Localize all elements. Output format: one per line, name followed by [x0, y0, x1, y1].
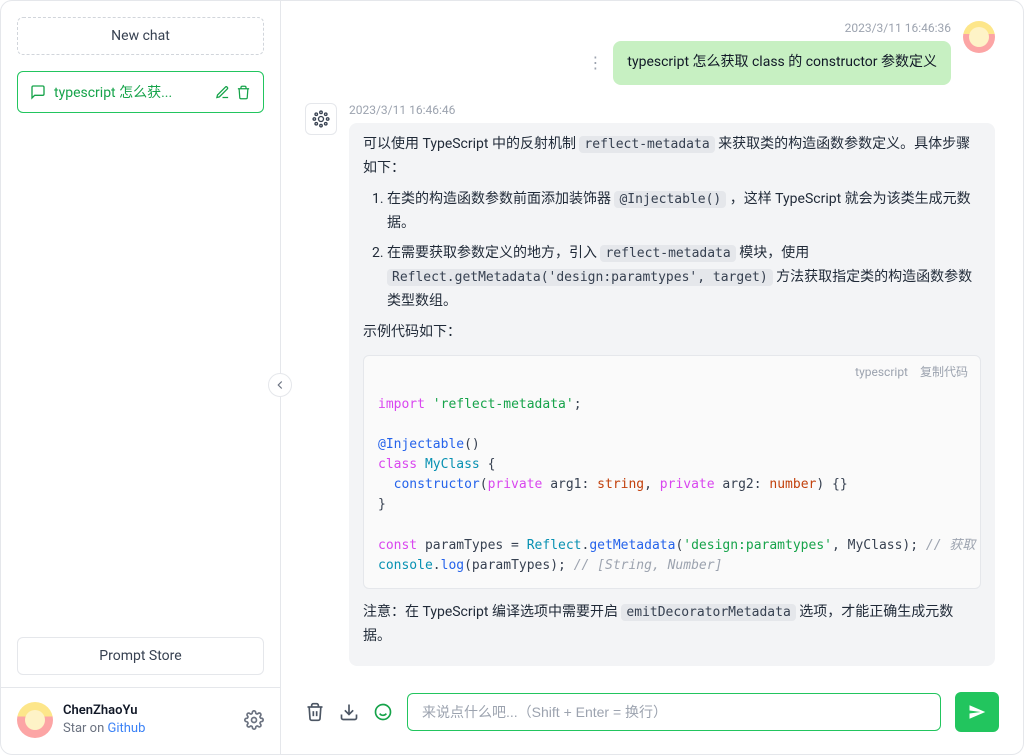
- code-block: typescript 复制代码 import 'reflect-metadata…: [363, 355, 981, 589]
- message-timestamp: 2023/3/11 16:46:46: [349, 103, 995, 117]
- list-item: 在类的构造函数参数前面添加装饰器 @Injectable() ，这样 TypeS…: [387, 188, 981, 236]
- sidebar: New chat typescript 怎么获... Prompt Store …: [1, 1, 281, 754]
- code-language-label: typescript: [855, 362, 908, 382]
- user-message: 2023/3/11 16:46:36 ⋮ typescript 怎么获取 cla…: [305, 21, 995, 85]
- message-input[interactable]: [407, 693, 941, 731]
- user-bubble: typescript 怎么获取 class 的 constructor 参数定义: [613, 41, 951, 85]
- export-icon[interactable]: [339, 702, 359, 722]
- code-content: import 'reflect-metadata'; @Injectable()…: [364, 389, 980, 588]
- conversation-title: typescript 怎么获...: [54, 82, 207, 102]
- sidebar-footer: ChenZhaoYu Star on Github: [1, 687, 280, 738]
- clear-chat-icon[interactable]: [305, 702, 325, 722]
- send-button[interactable]: [955, 692, 999, 732]
- avatar: [17, 702, 53, 738]
- chat-main: 2023/3/11 16:46:36 ⋮ typescript 怎么获取 cla…: [281, 1, 1023, 754]
- assistant-message: 2023/3/11 16:46:46 可以使用 TypeScript 中的反射机…: [305, 103, 995, 667]
- input-bar: [281, 678, 1023, 754]
- assistant-bubble: 可以使用 TypeScript 中的反射机制 reflect-metadata …: [349, 123, 995, 667]
- chat-bubble-icon: [30, 84, 46, 100]
- conversation-item[interactable]: typescript 怎么获...: [17, 71, 264, 113]
- message-timestamp: 2023/3/11 16:46:36: [845, 21, 951, 35]
- copy-code-button[interactable]: 复制代码: [920, 362, 968, 382]
- user-avatar: [963, 21, 995, 53]
- prompt-store-button[interactable]: Prompt Store: [17, 637, 264, 675]
- collapse-sidebar-button[interactable]: [268, 373, 292, 397]
- whatsapp-icon[interactable]: [373, 702, 393, 722]
- gear-icon[interactable]: [244, 710, 264, 730]
- new-chat-button[interactable]: New chat: [17, 17, 264, 55]
- user-name: ChenZhaoYu: [63, 702, 234, 720]
- github-link[interactable]: Github: [108, 721, 146, 736]
- message-menu-icon[interactable]: ⋮: [583, 53, 607, 72]
- assistant-avatar: [305, 103, 337, 135]
- delete-icon[interactable]: [236, 85, 251, 100]
- edit-icon[interactable]: [215, 85, 230, 100]
- user-subtitle: Star on Github: [63, 720, 234, 738]
- list-item: 在需要获取参数定义的地方，引入 reflect-metadata 模块，使用 R…: [387, 242, 981, 313]
